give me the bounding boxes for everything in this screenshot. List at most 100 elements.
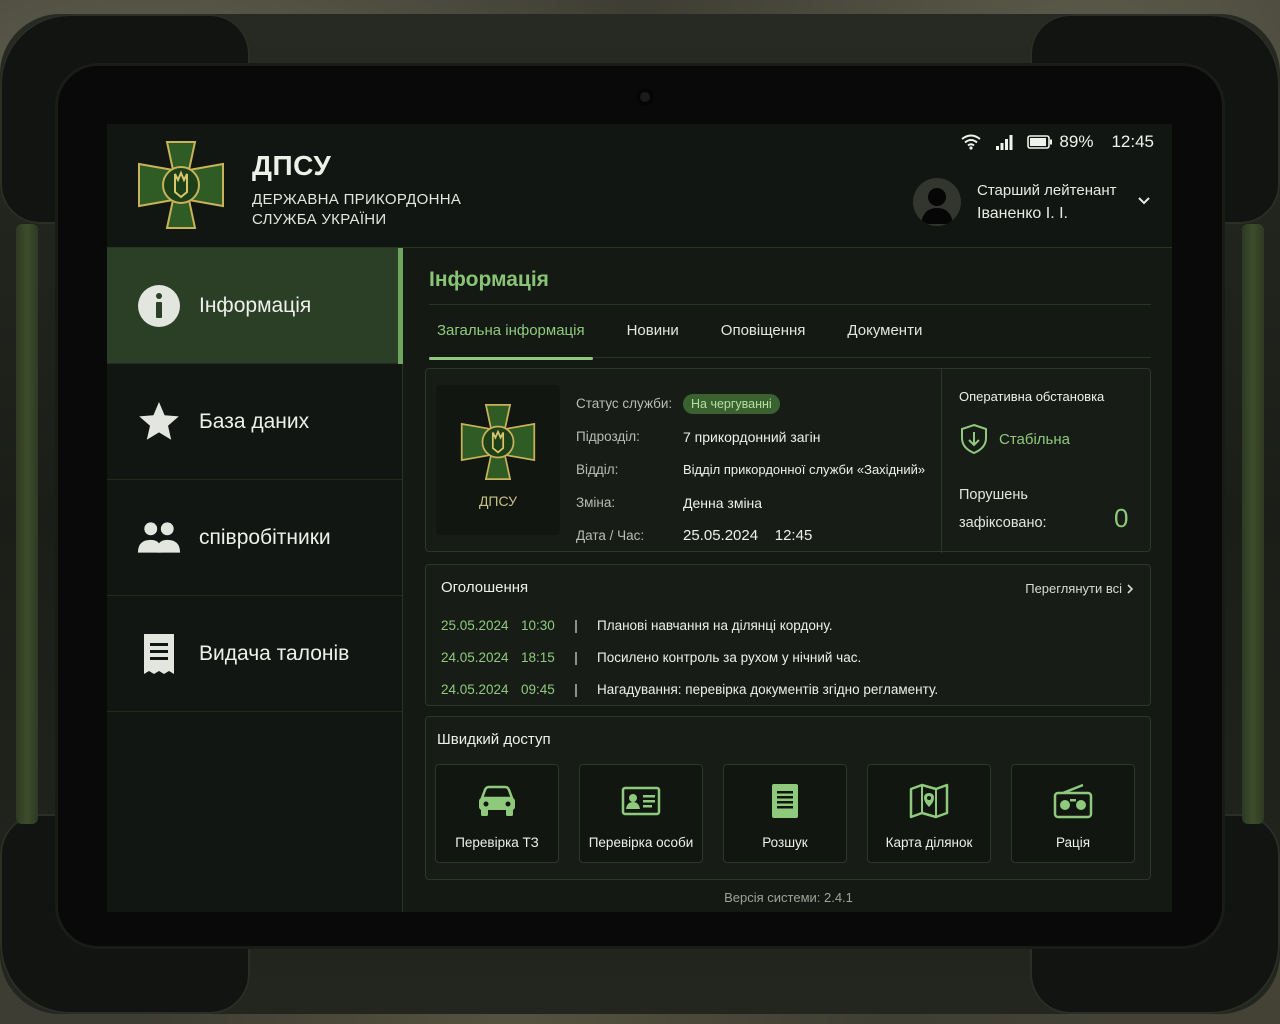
view-all-link[interactable]: Переглянути всі	[1025, 581, 1134, 596]
announcement-text: Нагадування: перевірка документів згідно…	[597, 681, 939, 697]
app-subtitle-line: ДЕРЖАВНА ПРИКОРДОННА	[252, 191, 462, 208]
quick-access-label: Перевірка ТЗ	[455, 835, 539, 850]
chevron-down-icon[interactable]	[1137, 196, 1151, 206]
tab-news[interactable]: Новини	[619, 322, 687, 358]
info-row: Підрозділ: 7 прикордонний загін	[576, 420, 925, 453]
app-subtitle-line: СЛУЖБА УКРАЇНИ	[252, 211, 387, 228]
person-check-button[interactable]: Перевірка особи	[579, 764, 703, 863]
user-name: Іваненко І. І.	[977, 204, 1068, 222]
radio-icon	[1053, 781, 1093, 821]
chevron-right-icon	[1127, 583, 1134, 594]
announcement-text: Посилено контроль за рухом у нічний час.	[597, 649, 862, 665]
tab-documents[interactable]: Документи	[839, 322, 930, 358]
info-row: Дата / Час: 25.05.2024 12:45	[576, 519, 925, 552]
sidebar-item-label: Видача талонів	[199, 641, 350, 665]
sidebar-item-tickets[interactable]: Видача талонів	[107, 596, 402, 712]
operational-status: Стабільна	[959, 423, 1070, 455]
divider	[429, 304, 1151, 305]
announcement-date: 24.05.2024	[441, 649, 509, 665]
map-icon	[909, 781, 949, 821]
separator: |	[574, 617, 578, 633]
app-header: ДПСУ ДЕРЖАВНА ПРИКОРДОННА СЛУЖБА УКРАЇНИ	[107, 124, 1172, 248]
status-badge: На чергуванні	[683, 393, 780, 414]
announcement-text: Планові навчання на ділянці кордону.	[597, 617, 833, 633]
violations-label-line: зафіксовано:	[959, 515, 1047, 531]
avatar[interactable]	[913, 178, 961, 226]
tab-alerts[interactable]: Оповіщення	[713, 322, 814, 358]
id-card-icon	[621, 781, 661, 821]
battery-percent: 89%	[1059, 132, 1094, 151]
star-icon	[137, 400, 181, 444]
battery-indicator: 89%	[1027, 132, 1093, 152]
clock: 12:45	[1111, 132, 1154, 151]
sidebar-item-info[interactable]: Інформація	[107, 248, 403, 364]
divider	[941, 369, 942, 553]
sidebar-item-label: База даних	[199, 409, 310, 433]
signal-icon	[996, 134, 1013, 150]
quick-access-grid: Перевірка ТЗ Перевірка особи Розшук Карт…	[435, 764, 1135, 863]
document-icon	[770, 781, 800, 821]
info-value: Денна зміна	[683, 494, 763, 511]
sidebar-item-database[interactable]: База даних	[107, 364, 402, 480]
area-map-button[interactable]: Карта ділянок	[867, 764, 991, 863]
dpsu-emblem-icon	[460, 404, 536, 480]
sidebar-item-label: Інформація	[199, 293, 312, 317]
announcement-item[interactable]: 25.05.2024 10:30 | Планові навчання на д…	[441, 609, 938, 641]
info-key: Підрозділ:	[576, 429, 640, 444]
info-key: Статус служби:	[576, 396, 673, 411]
dpsu-emblem-icon	[138, 141, 224, 229]
emblem-box: ДПСУ	[436, 385, 560, 535]
service-info-card: ДПСУ Статус служби: На чергуванні Підроз…	[425, 368, 1151, 553]
announcement-item[interactable]: 24.05.2024 18:15 | Посилено контроль за …	[441, 641, 938, 673]
announcement-item[interactable]: 24.05.2024 09:45 | Нагадування: перевірк…	[441, 673, 938, 705]
people-icon	[137, 516, 181, 560]
info-row: Зміна: Денна зміна	[576, 486, 925, 519]
battery-icon	[1027, 135, 1053, 149]
announcements-title: Оголошення	[441, 579, 529, 596]
info-value: 7 прикордонний загін	[683, 428, 821, 445]
announcements-card: Оголошення Переглянути всі 25.05.2024 10…	[425, 564, 1151, 706]
tab-general-info[interactable]: Загальна інформація	[429, 322, 593, 360]
radio-button[interactable]: Рація	[1011, 764, 1135, 863]
status-bar: 89% 12:45	[961, 132, 1154, 152]
info-value: Відділ прикордонної служби «Західний»	[683, 462, 926, 477]
wanted-search-button[interactable]: Розшук	[723, 764, 847, 863]
announcement-time: 09:45	[521, 681, 555, 697]
operational-status-label: Стабільна	[999, 430, 1070, 448]
app-title: ДПСУ	[252, 150, 332, 181]
quick-access-label: Рація	[1055, 835, 1091, 850]
tab-bar: Загальна інформація Новини Оповіщення До…	[429, 322, 1151, 360]
sidebar-item-staff[interactable]: співробітники	[107, 480, 402, 596]
user-silhouette-icon	[921, 188, 953, 224]
side-panel	[1242, 224, 1264, 824]
app-screen: ДПСУ ДЕРЖАВНА ПРИКОРДОННА СЛУЖБА УКРАЇНИ	[107, 124, 1172, 912]
page-title: Інформація	[429, 268, 549, 291]
car-icon	[477, 781, 517, 821]
quick-access-label: Розшук	[762, 835, 808, 850]
user-menu[interactable]: Старший лейтенант Іваненко І. І.	[913, 178, 1116, 226]
announcement-date: 24.05.2024	[441, 681, 509, 697]
quick-access-card: Швидкий доступ Перевірка ТЗ Перевірка ос…	[425, 716, 1151, 880]
version-label: Версія системи: 2.4.1	[724, 890, 853, 905]
quick-access-title: Швидкий доступ	[437, 731, 551, 748]
user-rank: Старший лейтенант	[977, 181, 1117, 199]
announcement-time: 18:15	[521, 649, 555, 665]
info-row: Статус служби: На чергуванні	[576, 387, 925, 420]
announcement-list: 25.05.2024 10:30 | Планові навчання на д…	[441, 609, 938, 705]
sidebar: Інформація База даних співробітники Вида…	[107, 248, 403, 912]
receipt-icon	[137, 632, 181, 676]
info-value: 25.05.2024 12:45	[683, 527, 813, 544]
user-info: Старший лейтенант Іваненко І. І.	[977, 182, 1116, 223]
emblem-label: ДПСУ	[478, 493, 518, 509]
quick-access-label: Карта ділянок	[885, 835, 973, 850]
sidebar-item-label: співробітники	[199, 525, 331, 549]
side-panel	[16, 224, 38, 824]
view-all-label: Переглянути всі	[1025, 581, 1122, 596]
vehicle-check-button[interactable]: Перевірка ТЗ	[435, 764, 559, 863]
violations-label: Порушень зафіксовано:	[959, 481, 1047, 537]
info-rows: Статус служби: На чергуванні Підрозділ: …	[576, 387, 925, 552]
info-icon	[137, 284, 181, 328]
violations-label-line: Порушень	[959, 487, 1028, 503]
camera-icon	[636, 88, 654, 106]
separator: |	[574, 681, 578, 697]
